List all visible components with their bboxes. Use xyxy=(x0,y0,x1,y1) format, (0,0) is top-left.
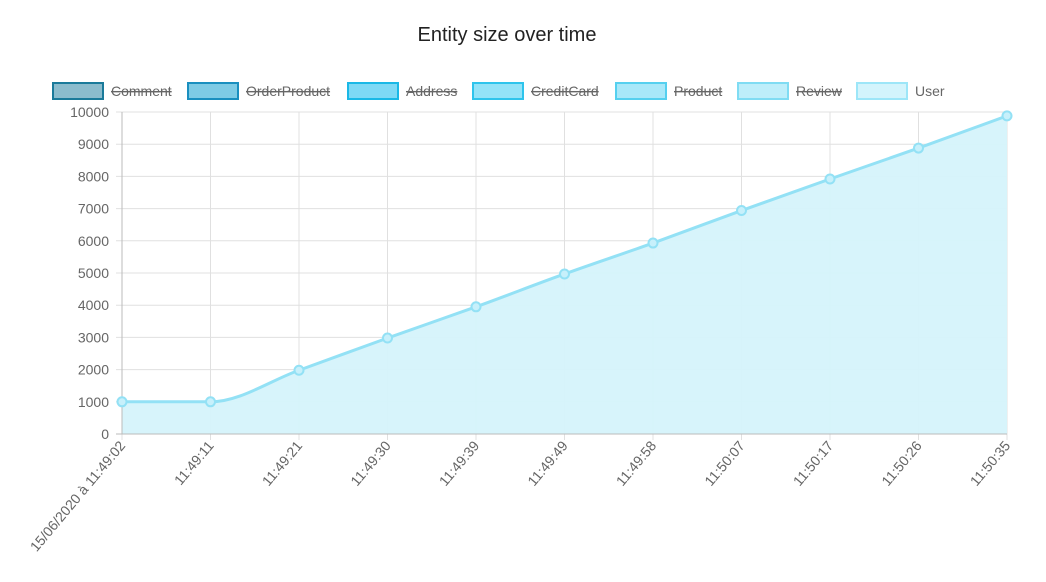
y-tick-label: 4000 xyxy=(78,297,109,313)
legend-item-product[interactable]: Product xyxy=(615,82,722,100)
y-tick-label: 3000 xyxy=(78,329,109,345)
y-tick-label: 1000 xyxy=(78,394,109,410)
chart: Entity size over time Comment OrderProduc… xyxy=(27,24,1014,554)
legend-label: Comment xyxy=(111,83,172,99)
data-point[interactable] xyxy=(205,396,216,408)
y-tick-label: 9000 xyxy=(78,136,109,152)
legend-swatch xyxy=(52,82,104,100)
y-tick-label: 10000 xyxy=(70,104,109,120)
legend-item-review[interactable]: Review xyxy=(737,82,843,100)
y-tick-label: 8000 xyxy=(78,168,109,184)
legend-swatch xyxy=(472,82,524,100)
legend-item-address[interactable]: Address xyxy=(347,82,457,100)
x-tick-label: 11:49:30 xyxy=(347,437,394,488)
legend-label: CreditCard xyxy=(531,83,599,99)
legend: Comment OrderProduct Address CreditCard Prod… xyxy=(52,82,945,100)
data-point[interactable] xyxy=(382,332,393,344)
data-point[interactable] xyxy=(913,142,924,154)
x-tick-label: 11:49:21 xyxy=(259,437,306,488)
legend-swatch xyxy=(615,82,667,100)
x-tick-label: 11:49:39 xyxy=(436,437,483,488)
data-point[interactable] xyxy=(559,268,570,280)
x-tick-label: 11:49:11 xyxy=(171,437,217,488)
x-tick-label: 15/06/2020 à 11:49:02 xyxy=(27,437,129,554)
y-tick-label: 7000 xyxy=(78,201,109,217)
legend-label: Address xyxy=(406,83,457,99)
x-tick-label: 11:50:07 xyxy=(701,437,748,488)
legend-label: OrderProduct xyxy=(246,83,330,99)
data-point[interactable] xyxy=(470,301,482,313)
x-tick-label: 11:50:17 xyxy=(790,437,837,488)
legend-swatch xyxy=(347,82,399,100)
legend-label: Review xyxy=(796,83,843,99)
data-point[interactable] xyxy=(1001,110,1013,122)
legend-label: Product xyxy=(674,83,722,99)
x-tick-label: 11:49:58 xyxy=(613,437,660,488)
legend-item-comment[interactable]: Comment xyxy=(52,82,172,100)
legend-swatch xyxy=(737,82,789,100)
data-point[interactable] xyxy=(293,364,305,376)
x-axis-labels: 15/06/2020 à 11:49:02 11:49:11 11:49:21 11:… xyxy=(27,437,1014,554)
x-tick-label: 11:49:49 xyxy=(524,437,571,488)
y-axis-labels: 0 1000 2000 3000 4000 5000 6000 7000 8000 9000 100… xyxy=(70,104,109,442)
legend-swatch xyxy=(187,82,239,100)
legend-item-creditcard[interactable]: CreditCard xyxy=(472,82,599,100)
legend-swatch xyxy=(856,82,908,100)
legend-item-user[interactable]: User xyxy=(856,82,945,100)
data-point[interactable] xyxy=(647,237,659,249)
data-point[interactable] xyxy=(736,205,747,217)
data-point[interactable] xyxy=(116,396,128,408)
y-tick-label: 2000 xyxy=(78,362,109,378)
y-tick-label: 5000 xyxy=(78,265,109,281)
chart-title: Entity size over time xyxy=(418,24,597,46)
x-tick-label: 11:50:35 xyxy=(967,437,1014,488)
legend-label: User xyxy=(915,83,945,99)
y-tick-label: 0 xyxy=(101,426,109,442)
x-tick-label: 11:50:26 xyxy=(878,437,925,488)
data-point[interactable] xyxy=(824,173,836,185)
y-tick-label: 6000 xyxy=(78,233,109,249)
legend-item-orderproduct[interactable]: OrderProduct xyxy=(187,82,330,100)
